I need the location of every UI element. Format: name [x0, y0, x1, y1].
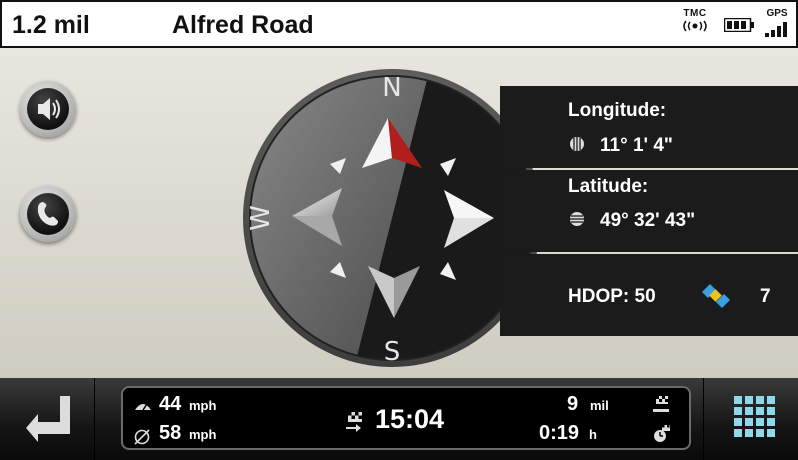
- main-view: N S E W Longitude: 11° 1' 4" Latitude:: [0, 48, 798, 378]
- compass-south-label: S: [384, 337, 401, 367]
- speaker-icon: [38, 98, 60, 120]
- volume-button[interactable]: [20, 81, 76, 137]
- gps-signal-icon: [765, 22, 787, 37]
- back-button[interactable]: [0, 378, 95, 460]
- bottom-bar: 44 mph 58 mph 15:04 9 mil 0:19 h: [0, 378, 798, 460]
- tmc-signal-icon: [683, 20, 707, 32]
- satellite-count: 7: [760, 286, 771, 307]
- arrival-flag-icon: [346, 412, 362, 432]
- remaining-time-unit: h: [589, 427, 597, 442]
- arrival-time: 15:04: [375, 404, 445, 434]
- signal-panel: HDOP: 50 7: [500, 254, 798, 336]
- tmc-label: TMC: [683, 8, 707, 19]
- average-icon: [134, 429, 150, 445]
- longitude-globe-icon: [570, 137, 584, 151]
- current-speed: 44: [159, 393, 182, 415]
- status-bar: 1.2 mil Alfred Road TMC GPS: [0, 0, 798, 48]
- longitude-value: 11° 1' 4": [600, 135, 673, 156]
- average-speed: 58: [159, 422, 182, 444]
- latitude-panel: Latitude: 49° 32' 43": [500, 170, 798, 252]
- gps-indicator[interactable]: GPS: [762, 8, 792, 42]
- latitude-globe-icon: [570, 212, 584, 226]
- hdop-value: HDOP: 50: [568, 286, 656, 307]
- speed-icon: [135, 403, 151, 411]
- phone-button[interactable]: [20, 186, 76, 242]
- longitude-panel: Longitude: 11° 1' 4": [500, 86, 798, 168]
- longitude-label: Longitude:: [568, 100, 667, 121]
- trip-info-box[interactable]: 44 mph 58 mph 15:04 9 mil 0:19 h: [121, 386, 691, 450]
- satellite-icon: [702, 284, 730, 308]
- gps-label: GPS: [766, 8, 788, 19]
- grid-menu-icon: [734, 396, 775, 437]
- remaining-distance-unit: mil: [590, 398, 609, 413]
- tmc-indicator[interactable]: TMC: [678, 8, 712, 38]
- current-speed-unit: mph: [189, 398, 217, 413]
- distance-to-turn: 1.2 mil: [12, 11, 90, 39]
- street-name: Alfred Road: [172, 11, 314, 39]
- battery-icon: [724, 18, 754, 32]
- compass-north-label: N: [382, 73, 401, 103]
- remaining-distance: 9: [567, 393, 579, 415]
- latitude-label: Latitude:: [568, 176, 649, 197]
- latitude-value: 49° 32' 43": [600, 210, 696, 231]
- phone-icon: [37, 202, 58, 226]
- remaining-time: 0:19: [539, 422, 580, 444]
- destination-flag-icon: [653, 396, 669, 412]
- average-speed-unit: mph: [189, 427, 217, 442]
- time-flag-icon: [654, 425, 670, 442]
- menu-button[interactable]: [703, 378, 798, 460]
- return-arrow-icon: [26, 396, 70, 442]
- compass: N S E W: [243, 69, 541, 367]
- compass-west-label: W: [246, 205, 276, 231]
